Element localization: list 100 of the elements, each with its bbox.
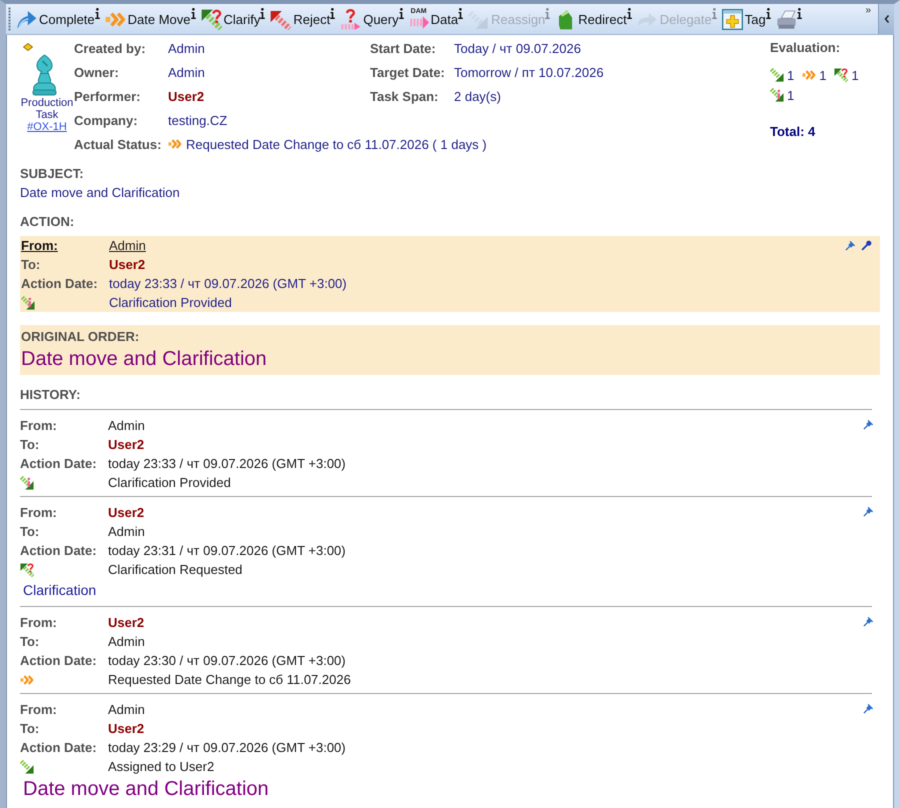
field-label: Action Date: — [20, 542, 97, 560]
field-label: Action Date: — [21, 275, 98, 293]
message-text: Clarification — [22, 581, 96, 600]
chevron-arrow-icon — [168, 137, 182, 151]
field-label: To: — [20, 436, 40, 454]
info-icon — [398, 8, 404, 19]
arrow-info-icon — [770, 88, 784, 102]
evaluation-count: 1 — [819, 68, 826, 82]
info-icon — [712, 8, 717, 19]
field-label: Created by: — [74, 40, 146, 56]
date-move-button[interactable]: Date Move — [104, 5, 197, 33]
pin-icon — [863, 419, 874, 430]
pin-icon — [845, 240, 856, 251]
status-text: Requested Date Change to сб 11.07.2026 ( 1 days ) — [186, 136, 487, 152]
tag-button[interactable]: Tag — [720, 5, 772, 33]
chevron-arrow-icon — [802, 68, 816, 82]
info-icon — [94, 8, 100, 19]
field-label: Target Date: — [370, 64, 445, 80]
field-label: From: — [20, 504, 57, 522]
field-value: Tomorrow / пт 10.07.2026 — [454, 64, 604, 80]
info-icon — [330, 8, 336, 19]
field-label: From: — [20, 417, 57, 435]
info-icon — [626, 8, 632, 19]
field-value: User2 — [109, 256, 146, 274]
field-value: Today / чт 09.07.2026 — [454, 40, 581, 56]
field-label: Company: — [74, 112, 138, 128]
task-id-link[interactable]: #OX-1H — [27, 121, 67, 134]
field-label: Action Date: — [20, 455, 97, 473]
field-value: User2 — [108, 720, 144, 738]
evaluation-total: Total: 4 — [770, 123, 816, 141]
info-icon — [796, 8, 802, 19]
field-value: User2 — [108, 614, 144, 632]
chess-piece-icon — [30, 54, 58, 96]
arrow-info-icon — [21, 296, 35, 310]
diamond-icon — [23, 43, 33, 51]
field-value[interactable]: Admin — [109, 236, 146, 255]
pin-icon — [863, 616, 874, 627]
field-label: To: — [20, 633, 40, 651]
clarify-button[interactable]: Clarify — [200, 5, 266, 33]
field-label: Action Date: — [20, 652, 97, 670]
add-window-icon — [722, 8, 743, 30]
field-value: Admin — [108, 701, 145, 719]
section-label: SUBJECT: — [20, 165, 84, 183]
field-label: Actual Status: — [74, 136, 162, 152]
field-value: Admin — [108, 523, 145, 541]
subject-text: Date move and Clarification — [20, 184, 180, 202]
section-label: ORIGINAL ORDER: — [21, 328, 140, 346]
field-label: Performer: — [74, 88, 140, 104]
field-label: From: — [21, 237, 58, 255]
arrow-question-icon — [834, 68, 848, 82]
field-value: User2 — [108, 504, 144, 522]
field-value: Admin — [108, 633, 145, 651]
field-value: testing.CZ — [168, 112, 228, 128]
result-text: Clarification Provided — [108, 474, 231, 492]
field-value: today 23:33 / чт 09.07.2026 (GMT +3:00) — [109, 275, 347, 293]
field-value: today 23:31 / чт 09.07.2026 (GMT +3:00) — [108, 542, 346, 560]
complete-button[interactable]: Complete — [15, 5, 101, 33]
result-text: Clarification Provided — [109, 294, 232, 312]
overflow-chevron[interactable]: » — [865, 5, 871, 17]
pushpin-icon — [861, 240, 872, 251]
field-label: From: — [20, 701, 57, 719]
field-value: 2 day(s) — [454, 88, 501, 104]
order-text: Date move and Clarification — [21, 347, 267, 372]
info-icon — [766, 8, 771, 19]
pin-icon — [863, 703, 874, 714]
section-label: ACTION: — [20, 213, 74, 231]
reject-button[interactable]: Reject — [269, 5, 336, 33]
field-label: To: — [20, 523, 40, 541]
evaluation-count: 1 — [787, 88, 794, 102]
query-button[interactable]: Query — [339, 5, 405, 33]
field-value: today 23:33 / чт 09.07.2026 (GMT +3:00) — [108, 455, 346, 473]
field-value: today 23:29 / чт 09.07.2026 (GMT +3:00) — [108, 739, 346, 757]
info-icon — [545, 8, 550, 19]
field-label: Task Span: — [370, 88, 438, 104]
info-icon — [260, 8, 266, 19]
arrow-info-icon — [20, 476, 34, 490]
field-value: Admin — [168, 64, 205, 80]
collapse-button[interactable] — [878, 4, 894, 34]
result-text: Clarification Requested — [108, 561, 242, 579]
question-arrow-icon — [340, 8, 362, 30]
message-text: Date move and Clarification — [22, 777, 269, 802]
section-label: HISTORY: — [20, 386, 80, 404]
striped-arrow-icon — [468, 8, 490, 30]
field-label: To: — [21, 256, 40, 274]
result-text: Requested Date Change to сб 11.07.2026 — [108, 671, 351, 689]
evaluation-count: 1 — [787, 68, 794, 82]
chevron-left-icon — [882, 14, 890, 24]
field-value: Admin — [168, 40, 205, 56]
field-value: User2 — [108, 436, 144, 454]
pin-icon — [863, 506, 874, 517]
field-label: Action Date: — [20, 739, 97, 757]
field-label: Owner: — [74, 64, 119, 80]
redirect-button[interactable]: Redirect — [554, 5, 633, 33]
curved-arrow-icon — [16, 8, 37, 30]
result-text: Assigned to User2 — [108, 758, 214, 776]
printer-icon — [776, 8, 797, 30]
field-value: User2 — [168, 88, 204, 104]
arrow-icon — [408, 15, 429, 30]
field-value: Admin — [108, 417, 145, 435]
evaluation-count: 1 — [851, 68, 859, 82]
